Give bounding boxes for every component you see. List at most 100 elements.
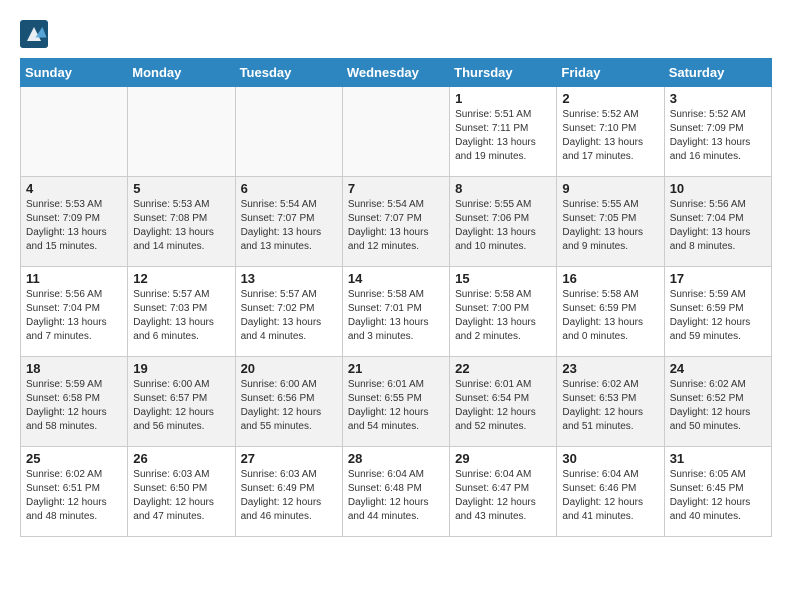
day-cell-5: 5 Sunrise: 5:53 AM Sunset: 7:08 PM Daylig…: [128, 177, 235, 267]
logo: [20, 20, 52, 48]
day-number: 24: [670, 361, 766, 376]
day-info: Sunrise: 6:00 AM Sunset: 6:56 PM Dayligh…: [241, 378, 337, 434]
header-cell-friday: Friday: [557, 59, 664, 87]
day-cell-8: 8 Sunrise: 5:55 AM Sunset: 7:06 PM Daylig…: [450, 177, 557, 267]
day-number: 31: [670, 451, 766, 466]
day-cell-31: 31 Sunrise: 6:05 AM Sunset: 6:45 PM Dayli…: [664, 447, 771, 537]
day-info: Sunrise: 6:04 AM Sunset: 6:48 PM Dayligh…: [348, 468, 444, 524]
day-number: 17: [670, 271, 766, 286]
day-number: 13: [241, 271, 337, 286]
day-info: Sunrise: 6:02 AM Sunset: 6:51 PM Dayligh…: [26, 468, 122, 524]
day-number: 14: [348, 271, 444, 286]
day-number: 12: [133, 271, 229, 286]
day-info: Sunrise: 6:02 AM Sunset: 6:52 PM Dayligh…: [670, 378, 766, 434]
day-number: 9: [562, 181, 658, 196]
header-cell-thursday: Thursday: [450, 59, 557, 87]
day-number: 7: [348, 181, 444, 196]
day-info: Sunrise: 5:57 AM Sunset: 7:03 PM Dayligh…: [133, 288, 229, 344]
day-info: Sunrise: 5:53 AM Sunset: 7:08 PM Dayligh…: [133, 198, 229, 254]
day-info: Sunrise: 5:58 AM Sunset: 7:00 PM Dayligh…: [455, 288, 551, 344]
day-info: Sunrise: 5:52 AM Sunset: 7:09 PM Dayligh…: [670, 108, 766, 164]
day-cell-18: 18Sunrise: 5:59 AM Sunset: 6:58 PM Dayli…: [21, 357, 128, 447]
day-info: Sunrise: 5:57 AM Sunset: 7:02 PM Dayligh…: [241, 288, 337, 344]
day-cell-11: 11 Sunrise: 5:56 AM Sunset: 7:04 PM Dayli…: [21, 267, 128, 357]
day-info: Sunrise: 6:05 AM Sunset: 6:45 PM Dayligh…: [670, 468, 766, 524]
day-cell-29: 29Sunrise: 6:04 AM Sunset: 6:47 PM Dayli…: [450, 447, 557, 537]
empty-cell: [21, 87, 128, 177]
week-row-5: 25 Sunrise: 6:02 AM Sunset: 6:51 PM Dayli…: [21, 447, 772, 537]
day-cell-15: 15Sunrise: 5:58 AM Sunset: 7:00 PM Dayli…: [450, 267, 557, 357]
day-info: Sunrise: 5:52 AM Sunset: 7:10 PM Dayligh…: [562, 108, 658, 164]
day-info: Sunrise: 6:01 AM Sunset: 6:54 PM Dayligh…: [455, 378, 551, 434]
day-info: Sunrise: 6:03 AM Sunset: 6:49 PM Dayligh…: [241, 468, 337, 524]
day-number: 20: [241, 361, 337, 376]
day-number: 29: [455, 451, 551, 466]
day-cell-20: 20 Sunrise: 6:00 AM Sunset: 6:56 PM Dayli…: [235, 357, 342, 447]
day-cell-14: 14 Sunrise: 5:58 AM Sunset: 7:01 PM Dayli…: [342, 267, 449, 357]
day-number: 4: [26, 181, 122, 196]
day-info: Sunrise: 5:55 AM Sunset: 7:05 PM Dayligh…: [562, 198, 658, 254]
logo-icon: [20, 20, 48, 48]
day-info: Sunrise: 5:54 AM Sunset: 7:07 PM Dayligh…: [348, 198, 444, 254]
empty-cell: [235, 87, 342, 177]
day-info: Sunrise: 5:54 AM Sunset: 7:07 PM Dayligh…: [241, 198, 337, 254]
day-cell-6: 6 Sunrise: 5:54 AM Sunset: 7:07 PM Daylig…: [235, 177, 342, 267]
header-cell-monday: Monday: [128, 59, 235, 87]
day-number: 30: [562, 451, 658, 466]
day-cell-19: 19Sunrise: 6:00 AM Sunset: 6:57 PM Dayli…: [128, 357, 235, 447]
day-number: 6: [241, 181, 337, 196]
day-cell-28: 28 Sunrise: 6:04 AM Sunset: 6:48 PM Dayli…: [342, 447, 449, 537]
day-cell-17: 17 Sunrise: 5:59 AM Sunset: 6:59 PM Dayli…: [664, 267, 771, 357]
week-row-4: 18Sunrise: 5:59 AM Sunset: 6:58 PM Dayli…: [21, 357, 772, 447]
day-info: Sunrise: 5:59 AM Sunset: 6:58 PM Dayligh…: [26, 378, 122, 434]
day-number: 28: [348, 451, 444, 466]
day-cell-3: 3 Sunrise: 5:52 AM Sunset: 7:09 PM Daylig…: [664, 87, 771, 177]
header-cell-saturday: Saturday: [664, 59, 771, 87]
day-cell-13: 13 Sunrise: 5:57 AM Sunset: 7:02 PM Dayli…: [235, 267, 342, 357]
day-cell-23: 23Sunrise: 6:02 AM Sunset: 6:53 PM Dayli…: [557, 357, 664, 447]
day-info: Sunrise: 5:56 AM Sunset: 7:04 PM Dayligh…: [670, 198, 766, 254]
day-cell-30: 30 Sunrise: 6:04 AM Sunset: 6:46 PM Dayli…: [557, 447, 664, 537]
day-info: Sunrise: 6:04 AM Sunset: 6:46 PM Dayligh…: [562, 468, 658, 524]
day-number: 10: [670, 181, 766, 196]
day-number: 22: [455, 361, 551, 376]
day-number: 5: [133, 181, 229, 196]
day-number: 16: [562, 271, 658, 286]
day-info: Sunrise: 5:58 AM Sunset: 7:01 PM Dayligh…: [348, 288, 444, 344]
day-number: 1: [455, 91, 551, 106]
day-info: Sunrise: 5:51 AM Sunset: 7:11 PM Dayligh…: [455, 108, 551, 164]
day-cell-1: 1 Sunrise: 5:51 AM Sunset: 7:11 PM Daylig…: [450, 87, 557, 177]
empty-cell: [128, 87, 235, 177]
day-info: Sunrise: 5:53 AM Sunset: 7:09 PM Dayligh…: [26, 198, 122, 254]
day-info: Sunrise: 6:01 AM Sunset: 6:55 PM Dayligh…: [348, 378, 444, 434]
week-row-1: 1 Sunrise: 5:51 AM Sunset: 7:11 PM Daylig…: [21, 87, 772, 177]
week-row-2: 4 Sunrise: 5:53 AM Sunset: 7:09 PM Daylig…: [21, 177, 772, 267]
day-cell-16: 16 Sunrise: 5:58 AM Sunset: 6:59 PM Dayli…: [557, 267, 664, 357]
day-cell-22: 22 Sunrise: 6:01 AM Sunset: 6:54 PM Dayli…: [450, 357, 557, 447]
day-info: Sunrise: 5:58 AM Sunset: 6:59 PM Dayligh…: [562, 288, 658, 344]
day-number: 2: [562, 91, 658, 106]
header-cell-sunday: Sunday: [21, 59, 128, 87]
day-number: 19: [133, 361, 229, 376]
day-info: Sunrise: 5:55 AM Sunset: 7:06 PM Dayligh…: [455, 198, 551, 254]
day-cell-21: 21 Sunrise: 6:01 AM Sunset: 6:55 PM Dayli…: [342, 357, 449, 447]
header-row: SundayMondayTuesdayWednesdayThursdayFrid…: [21, 59, 772, 87]
day-number: 25: [26, 451, 122, 466]
calendar-table: SundayMondayTuesdayWednesdayThursdayFrid…: [20, 58, 772, 537]
day-cell-2: 2 Sunrise: 5:52 AM Sunset: 7:10 PM Daylig…: [557, 87, 664, 177]
week-row-3: 11 Sunrise: 5:56 AM Sunset: 7:04 PM Dayli…: [21, 267, 772, 357]
day-info: Sunrise: 5:59 AM Sunset: 6:59 PM Dayligh…: [670, 288, 766, 344]
day-cell-12: 12 Sunrise: 5:57 AM Sunset: 7:03 PM Dayli…: [128, 267, 235, 357]
day-number: 26: [133, 451, 229, 466]
day-info: Sunrise: 6:02 AM Sunset: 6:53 PM Dayligh…: [562, 378, 658, 434]
day-number: 21: [348, 361, 444, 376]
day-number: 27: [241, 451, 337, 466]
day-number: 11: [26, 271, 122, 286]
empty-cell: [342, 87, 449, 177]
day-cell-4: 4 Sunrise: 5:53 AM Sunset: 7:09 PM Daylig…: [21, 177, 128, 267]
day-number: 8: [455, 181, 551, 196]
day-info: Sunrise: 5:56 AM Sunset: 7:04 PM Dayligh…: [26, 288, 122, 344]
day-number: 3: [670, 91, 766, 106]
day-cell-27: 27 Sunrise: 6:03 AM Sunset: 6:49 PM Dayli…: [235, 447, 342, 537]
day-info: Sunrise: 6:03 AM Sunset: 6:50 PM Dayligh…: [133, 468, 229, 524]
